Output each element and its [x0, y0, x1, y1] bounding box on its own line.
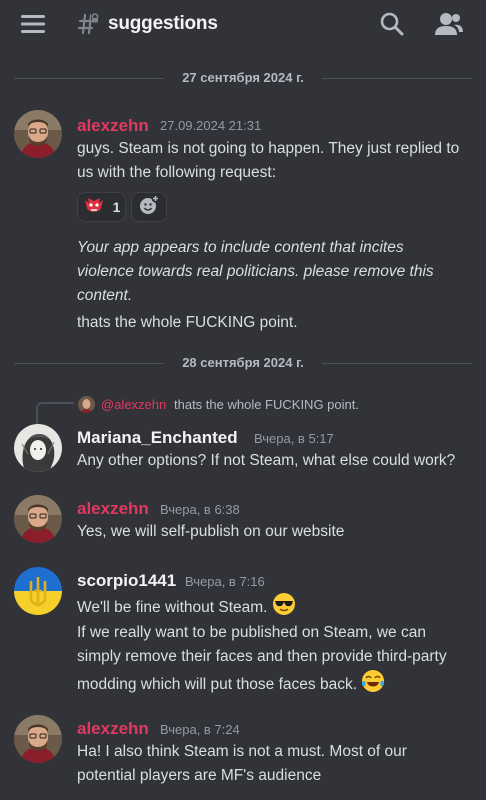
- reaction-goblin[interactable]: 1: [77, 192, 126, 222]
- message-author[interactable]: alexzehn: [77, 116, 149, 136]
- message-text: thats the whole FUCKING point.: [77, 314, 298, 331]
- sunglasses-emoji-icon: [272, 592, 296, 624]
- message-text: If we really want to be published on Ste…: [77, 621, 477, 701]
- channel-header: suggestions: [0, 0, 486, 50]
- date-divider: 28 сентября 2024 г.: [14, 354, 472, 374]
- message-timestamp: Вчера, в 6:38: [160, 502, 240, 517]
- tears-of-joy-emoji-icon: [361, 669, 385, 701]
- message-timestamp: 27.09.2024 21:31: [160, 118, 262, 133]
- message-timestamp: Вчера, в 7:24: [160, 722, 240, 737]
- message-author[interactable]: alexzehn: [77, 719, 149, 739]
- message-author[interactable]: scorpio1441: [77, 571, 176, 591]
- quoted-text: Your app appears to include content that…: [77, 239, 434, 304]
- message-text: Yes, we will self-publish on our website: [77, 523, 345, 540]
- reaction-count: 1: [112, 199, 121, 215]
- add-reaction-icon: [138, 194, 160, 221]
- avatar[interactable]: [14, 715, 62, 763]
- search-icon[interactable]: [378, 10, 406, 38]
- date-divider: 27 сентября 2024 г.: [14, 69, 472, 89]
- text-channel-hash-icon: [76, 12, 100, 36]
- hamburger-menu-icon[interactable]: [20, 12, 46, 36]
- message-author[interactable]: alexzehn: [77, 499, 149, 519]
- channel-name: suggestions: [108, 13, 218, 34]
- reply-avatar: [78, 396, 95, 413]
- avatar[interactable]: [14, 495, 62, 543]
- message-text: Ha! I also think Steam is not a must. Mo…: [77, 743, 407, 784]
- add-reaction-button[interactable]: [131, 192, 167, 222]
- message-text: We'll be fine without Steam.: [77, 592, 477, 624]
- message-author[interactable]: Mariana_Enchanted: [77, 428, 238, 448]
- goblin-emoji-icon: [83, 194, 105, 221]
- message-text: Any other options? If not Steam, what el…: [77, 452, 456, 469]
- message-text: guys. Steam is not going to happen. They…: [77, 140, 460, 181]
- reply-mention[interactable]: @alexzehn: [101, 397, 166, 412]
- reply-connector: [36, 402, 74, 426]
- message-timestamp: Вчера, в 5:17: [254, 431, 334, 446]
- reply-preview-text[interactable]: thats the whole FUCKING point.: [174, 397, 359, 412]
- message-timestamp: Вчера, в 7:16: [185, 574, 265, 589]
- members-icon[interactable]: [434, 10, 464, 38]
- avatar[interactable]: [14, 567, 62, 615]
- avatar[interactable]: [14, 424, 62, 472]
- avatar[interactable]: [14, 110, 62, 158]
